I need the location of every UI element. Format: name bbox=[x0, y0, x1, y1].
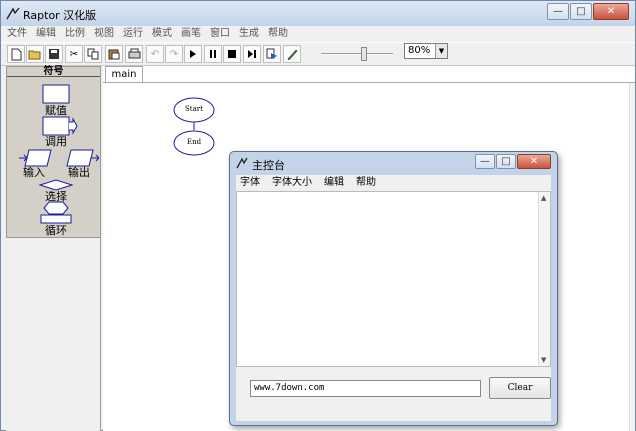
slider-thumb[interactable] bbox=[361, 47, 367, 61]
console-title: 主控台 bbox=[252, 159, 285, 172]
start-label: Start bbox=[185, 105, 203, 113]
symbols-panel: 符号 赋值 调用 输入 输出 选择 循环 bbox=[6, 66, 101, 238]
console-command-area: www.7down.com Clear bbox=[236, 367, 551, 421]
clear-button[interactable]: Clear bbox=[489, 377, 551, 399]
menu-generate[interactable]: 生成 bbox=[239, 26, 259, 42]
output-symbol-label: 输出 bbox=[68, 166, 90, 179]
assign-symbol-icon[interactable] bbox=[42, 84, 70, 104]
loop-symbol-icon[interactable] bbox=[39, 200, 73, 224]
minimize-button[interactable]: — bbox=[547, 3, 569, 20]
menu-help[interactable]: 帮助 bbox=[268, 26, 288, 42]
pause-icon[interactable] bbox=[204, 45, 222, 63]
console-scrollbar[interactable]: ▲ ▼ bbox=[538, 192, 550, 366]
play-icon[interactable] bbox=[184, 45, 202, 63]
menu-file[interactable]: 文件 bbox=[7, 26, 27, 42]
undo-icon[interactable]: ↶ bbox=[146, 45, 164, 63]
step-icon[interactable] bbox=[243, 45, 261, 63]
print-icon[interactable] bbox=[125, 45, 143, 63]
loop-symbol-label: 循环 bbox=[45, 224, 67, 237]
call-symbol-label: 调用 bbox=[45, 135, 67, 148]
menu-bar: 文件 编辑 比例 视图 运行 模式 画笔 窗口 生成 帮助 bbox=[1, 26, 635, 42]
menu-view[interactable]: 视图 bbox=[94, 26, 114, 42]
copy-icon[interactable] bbox=[84, 45, 102, 63]
console-output-area[interactable]: ▲ ▼ bbox=[236, 191, 551, 367]
master-console-window: 主控台 — □ ✕ 字体 字体大小 编辑 帮助 ▲ ▼ www.7down.co… bbox=[229, 151, 558, 426]
scroll-up-icon[interactable]: ▲ bbox=[541, 194, 546, 202]
title-bar[interactable]: Raptor 汉化版 — □ ✕ bbox=[1, 1, 635, 26]
end-label: End bbox=[187, 138, 202, 146]
zoom-value: 80% bbox=[408, 45, 431, 56]
symbols-header: 符号 bbox=[7, 67, 100, 77]
canvas-scrollbar[interactable] bbox=[629, 83, 635, 431]
menu-scale[interactable]: 比例 bbox=[65, 26, 85, 42]
raptor-app-icon bbox=[6, 7, 20, 20]
open-folder-icon[interactable] bbox=[26, 45, 44, 63]
menu-run[interactable]: 运行 bbox=[123, 26, 143, 42]
console-close-button[interactable]: ✕ bbox=[517, 154, 551, 169]
test-icon[interactable] bbox=[263, 45, 281, 63]
console-title-bar[interactable]: 主控台 — □ ✕ bbox=[230, 152, 557, 174]
scroll-down-icon[interactable]: ▼ bbox=[541, 356, 546, 364]
maximize-button[interactable]: □ bbox=[570, 3, 592, 20]
window-title: Raptor 汉化版 bbox=[23, 9, 97, 22]
menu-ink[interactable]: 画笔 bbox=[181, 26, 201, 42]
console-command-input[interactable]: www.7down.com bbox=[250, 380, 481, 397]
menu-edit[interactable]: 编辑 bbox=[36, 26, 56, 42]
stop-icon[interactable] bbox=[223, 45, 241, 63]
raptor-console-icon bbox=[236, 157, 248, 169]
new-file-icon[interactable] bbox=[7, 45, 25, 63]
console-menu-help[interactable]: 帮助 bbox=[356, 175, 376, 191]
console-minimize-button[interactable]: — bbox=[475, 154, 495, 169]
console-maximize-button[interactable]: □ bbox=[496, 154, 516, 169]
console-menu-edit[interactable]: 编辑 bbox=[324, 175, 344, 191]
zoom-slider[interactable] bbox=[317, 47, 397, 61]
tab-main[interactable]: main bbox=[105, 66, 143, 82]
menu-window[interactable]: 窗口 bbox=[210, 26, 230, 42]
console-menu-font-size[interactable]: 字体大小 bbox=[272, 175, 312, 191]
left-lower-pane bbox=[6, 238, 101, 431]
close-button[interactable]: ✕ bbox=[593, 3, 629, 20]
cut-icon[interactable]: ✂ bbox=[65, 45, 83, 63]
slider-track bbox=[321, 53, 393, 55]
save-icon[interactable] bbox=[45, 45, 63, 63]
tab-divider bbox=[103, 82, 635, 83]
menu-mode[interactable]: 模式 bbox=[152, 26, 172, 42]
chevron-down-icon[interactable]: ▼ bbox=[435, 44, 447, 58]
console-menu-font[interactable]: 字体 bbox=[240, 175, 260, 191]
paste-icon[interactable] bbox=[105, 45, 123, 63]
zoom-select[interactable]: 80% ▼ bbox=[404, 43, 448, 59]
redo-icon[interactable]: ↷ bbox=[165, 45, 183, 63]
console-menu-bar: 字体 字体大小 编辑 帮助 bbox=[236, 175, 551, 191]
pen-icon[interactable] bbox=[283, 45, 301, 63]
input-symbol-label: 输入 bbox=[23, 166, 45, 179]
